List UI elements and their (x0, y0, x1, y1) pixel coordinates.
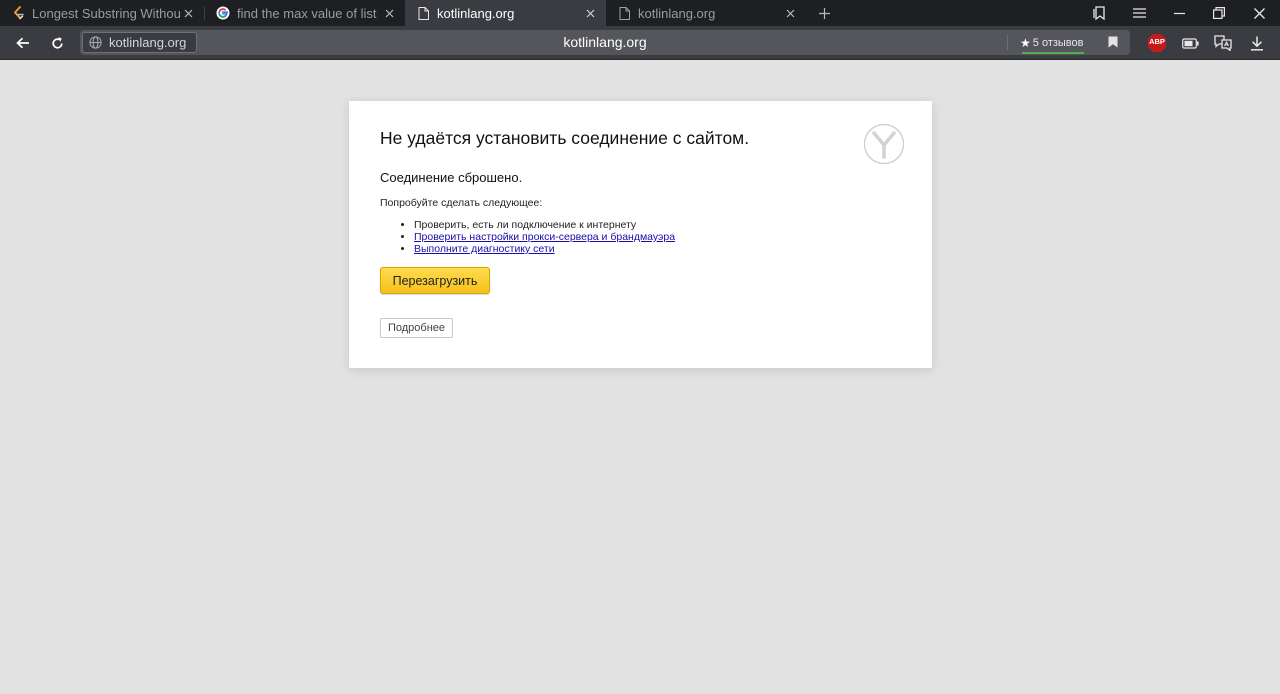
restore-icon[interactable] (1209, 3, 1229, 23)
minimize-icon[interactable] (1169, 3, 1189, 23)
close-window-icon[interactable] (1249, 3, 1269, 23)
suggestion-check-internet: Проверить, есть ли подключение к интерне… (414, 219, 675, 231)
tab-google-search[interactable]: find the max value of list kotlin (205, 0, 405, 26)
tab-strip: Longest Substring Without Repeating Char… (0, 0, 1280, 26)
reviews-label: 5 отзывов (1032, 37, 1084, 49)
reload-icon[interactable] (46, 32, 68, 54)
error-title: Не удаётся установить соединение с сайто… (380, 128, 750, 148)
bookmarks-panel-icon[interactable] (1089, 3, 1109, 23)
bookmark-icon[interactable] (1104, 33, 1122, 51)
details-button[interactable]: Подробнее (380, 318, 453, 338)
downloads-icon[interactable] (1246, 32, 1268, 54)
adblock-label: ABP (1149, 37, 1165, 46)
new-tab-button[interactable] (814, 3, 834, 23)
tab-title: kotlinlang.org (638, 5, 716, 21)
yandex-browser-logo-icon (863, 123, 905, 165)
tab-kotlinlang-active[interactable]: kotlinlang.org (405, 0, 606, 26)
network-diagnostics-link[interactable]: Выполните диагностику сети (414, 243, 555, 255)
google-icon (216, 6, 230, 20)
omnibox-divider (1007, 35, 1008, 50)
reload-button[interactable]: Перезагрузить (380, 267, 490, 294)
page-icon (416, 6, 430, 20)
suggestion-network-diagnostics: Выполните диагностику сети (414, 243, 675, 255)
close-icon[interactable] (582, 5, 598, 21)
reviews-underline (1022, 52, 1084, 54)
error-card: Не удаётся установить соединение с сайто… (349, 101, 932, 368)
star-icon: ★ (1020, 36, 1031, 50)
close-icon[interactable] (782, 5, 798, 21)
toolbar: kotlinlang.org kotlinlang.org ★ 5 отзыво… (0, 26, 1280, 60)
reviews-badge[interactable]: ★ 5 отзывов (1020, 33, 1084, 54)
adblock-extension-button[interactable]: ABP (1146, 32, 1168, 54)
page-icon (617, 6, 631, 20)
leetcode-icon (11, 6, 25, 20)
battery-icon[interactable] (1179, 32, 1201, 54)
close-icon[interactable] (180, 5, 196, 21)
close-icon[interactable] (381, 5, 397, 21)
translate-icon[interactable] (1212, 32, 1234, 54)
tab-title: Longest Substring Without Repeating Char… (32, 5, 180, 21)
proxy-settings-link[interactable]: Проверить настройки прокси-сервера и бра… (414, 231, 675, 243)
tab-leetcode[interactable]: Longest Substring Without Repeating Char… (0, 0, 204, 26)
page-title: kotlinlang.org (563, 34, 647, 50)
tab-title: kotlinlang.org (437, 5, 515, 21)
tab-title: find the max value of list kotlin (237, 5, 381, 21)
menu-icon[interactable] (1129, 3, 1149, 23)
error-subtitle: Соединение сброшено. (380, 170, 523, 185)
suggestion-proxy-settings: Проверить настройки прокси-сервера и бра… (414, 231, 675, 243)
tab-kotlinlang[interactable]: kotlinlang.org (606, 0, 806, 26)
address-bar[interactable]: kotlinlang.org kotlinlang.org ★ 5 отзыво… (80, 30, 1130, 55)
suggestions-list: Проверить, есть ли подключение к интерне… (396, 219, 675, 255)
suggestion-text: Проверить, есть ли подключение к интерне… (414, 219, 637, 231)
suggestions-heading: Попробуйте сделать следующее: (380, 197, 543, 209)
back-button[interactable] (12, 32, 34, 54)
